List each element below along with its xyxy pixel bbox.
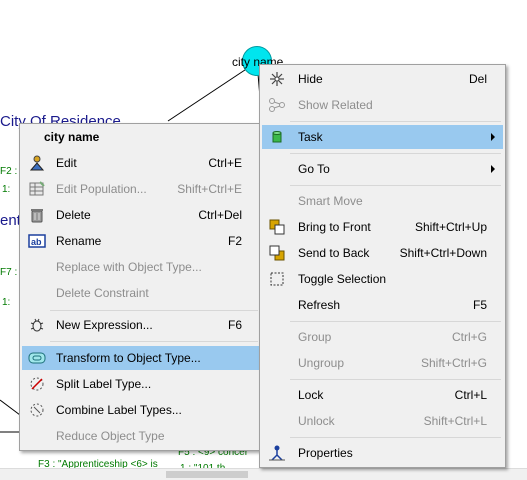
menu-item-label: Delete Constraint bbox=[56, 286, 149, 300]
selection-icon bbox=[268, 271, 286, 287]
menu-item-label: Combine Label Types... bbox=[56, 403, 182, 417]
menu-item-rename[interactable]: ab Rename F2 bbox=[22, 229, 260, 253]
cylinder-icon bbox=[268, 129, 286, 145]
fact-1a-label: 1: bbox=[2, 184, 11, 195]
menu-item-shortcut: Ctrl+Del bbox=[198, 208, 242, 222]
menu-item-shortcut: Shift+Ctrl+Down bbox=[399, 246, 487, 260]
rename-icon: ab bbox=[28, 233, 46, 249]
submenu-arrow-icon bbox=[491, 133, 495, 141]
menu-item-label: New Expression... bbox=[56, 318, 153, 332]
context-menu-object: city name Edit Ctrl+E Edit Population... Sh… bbox=[19, 123, 263, 451]
bug-icon bbox=[28, 317, 46, 333]
menu-item-label: Reduce Object Type bbox=[56, 429, 165, 443]
menu-separator bbox=[290, 321, 501, 322]
menu-item-label: Unlock bbox=[298, 414, 335, 428]
menu-separator bbox=[290, 379, 501, 380]
menu-item-shortcut: Del bbox=[468, 72, 487, 86]
context-menu-diagram: Hide Del Show Related Task Go To Smart Move Br… bbox=[259, 64, 506, 468]
menu-item-label: Rename bbox=[56, 234, 102, 248]
fact-f7-label: F7 : bbox=[0, 267, 18, 278]
menu-item-label: Transform to Object Type... bbox=[56, 351, 201, 365]
menu-item-edit-population[interactable]: Edit Population... Shift+Ctrl+E bbox=[22, 177, 260, 201]
menu-item-shortcut: F5 bbox=[472, 298, 487, 312]
menu-item-unlock[interactable]: Unlock Shift+Ctrl+L bbox=[262, 409, 503, 433]
menu-item-shortcut: Shift+Ctrl+E bbox=[177, 182, 242, 196]
menu-item-delete[interactable]: Delete Ctrl+Del bbox=[22, 203, 260, 227]
menu-item-properties[interactable]: Properties bbox=[262, 441, 503, 465]
transform-icon bbox=[28, 350, 46, 366]
menu-item-label: Ungroup bbox=[298, 356, 345, 370]
related-icon bbox=[268, 97, 286, 113]
menu-item-hide[interactable]: Hide Del bbox=[262, 67, 503, 91]
menu-item-toggle-selection[interactable]: Toggle Selection bbox=[262, 267, 503, 291]
menu-item-label: Properties bbox=[298, 446, 353, 460]
hide-icon bbox=[268, 71, 286, 87]
menu-item-label: Group bbox=[298, 330, 332, 344]
menu-item-shortcut: F2 bbox=[227, 234, 242, 248]
menu-item-new-expression[interactable]: New Expression... F6 bbox=[22, 313, 260, 337]
menu-item-shortcut: Shift+Ctrl+L bbox=[423, 414, 487, 428]
menu-item-task[interactable]: Task bbox=[262, 125, 503, 149]
menu-item-label: Replace with Object Type... bbox=[56, 260, 202, 274]
menu-item-label: Toggle Selection bbox=[298, 272, 387, 286]
menu-item-shortcut: Ctrl+G bbox=[451, 330, 487, 344]
svg-text:ab: ab bbox=[31, 237, 42, 247]
menu-separator bbox=[290, 121, 501, 122]
menu-item-send-to-back[interactable]: Send to Back Shift+Ctrl+Down bbox=[262, 241, 503, 265]
menu-item-shortcut: Shift+Ctrl+G bbox=[420, 356, 487, 370]
menu-item-shortcut: Ctrl+E bbox=[208, 156, 242, 170]
menu-item-label: Hide bbox=[298, 72, 323, 86]
menu-item-label: Delete bbox=[56, 208, 91, 222]
menu-item-transform-to-object-type[interactable]: Transform to Object Type... bbox=[22, 346, 260, 370]
menu-item-label: Bring to Front bbox=[298, 220, 371, 234]
menu-item-replace-with-object-type[interactable]: Replace with Object Type... bbox=[22, 255, 260, 279]
menu-item-edit[interactable]: Edit Ctrl+E bbox=[22, 151, 260, 175]
menu-item-delete-constraint[interactable]: Delete Constraint bbox=[22, 281, 260, 305]
menu-item-label: Edit bbox=[56, 156, 77, 170]
menu-separator bbox=[290, 153, 501, 154]
menu-separator bbox=[50, 341, 258, 342]
menu-item-label: Split Label Type... bbox=[56, 377, 152, 391]
horizontal-scrollbar[interactable] bbox=[0, 468, 527, 480]
menu-item-label: Show Related bbox=[298, 98, 373, 112]
menu-item-label: Edit Population... bbox=[56, 182, 147, 196]
menu-item-label: Smart Move bbox=[298, 194, 363, 208]
menu-item-split-label-type[interactable]: Split Label Type... bbox=[22, 372, 260, 396]
menu-item-group[interactable]: Group Ctrl+G bbox=[262, 325, 503, 349]
menu-item-shortcut: Ctrl+L bbox=[454, 388, 487, 402]
menu-item-combine-label-types[interactable]: Combine Label Types... bbox=[22, 398, 260, 422]
menu-item-label: Refresh bbox=[298, 298, 341, 312]
bring-front-icon bbox=[268, 219, 286, 235]
menu-item-go-to[interactable]: Go To bbox=[262, 157, 503, 181]
menu-separator bbox=[290, 437, 501, 438]
fact-f2-label: F2 : bbox=[0, 166, 18, 177]
menu-header: city name bbox=[44, 130, 100, 144]
trash-icon bbox=[28, 207, 46, 223]
menu-item-lock[interactable]: Lock Ctrl+L bbox=[262, 383, 503, 407]
menu-item-label: Lock bbox=[298, 388, 324, 402]
menu-item-shortcut: F6 bbox=[227, 318, 242, 332]
submenu-arrow-icon bbox=[491, 165, 495, 173]
split-icon bbox=[28, 376, 46, 392]
menu-separator bbox=[50, 310, 258, 311]
send-back-icon bbox=[268, 245, 286, 261]
menu-item-refresh[interactable]: Refresh F5 bbox=[262, 293, 503, 317]
menu-separator bbox=[290, 185, 501, 186]
combine-icon bbox=[28, 402, 46, 418]
edit-person-icon bbox=[28, 155, 46, 171]
properties-icon bbox=[268, 445, 286, 461]
menu-item-smart-move[interactable]: Smart Move bbox=[262, 189, 503, 213]
fact-1b-label: 1: bbox=[2, 297, 11, 308]
menu-item-ungroup[interactable]: Ungroup Shift+Ctrl+G bbox=[262, 351, 503, 375]
menu-item-label: Task bbox=[298, 130, 323, 144]
table-icon bbox=[28, 181, 46, 197]
menu-item-shortcut: Shift+Ctrl+Up bbox=[414, 220, 487, 234]
scrollbar-thumb[interactable] bbox=[166, 471, 248, 478]
menu-item-label: Go To bbox=[298, 162, 330, 176]
menu-item-bring-to-front[interactable]: Bring to Front Shift+Ctrl+Up bbox=[262, 215, 503, 239]
menu-item-show-related[interactable]: Show Related bbox=[262, 93, 503, 117]
menu-item-reduce-object-type[interactable]: Reduce Object Type bbox=[22, 424, 260, 448]
menu-item-label: Send to Back bbox=[298, 246, 370, 260]
